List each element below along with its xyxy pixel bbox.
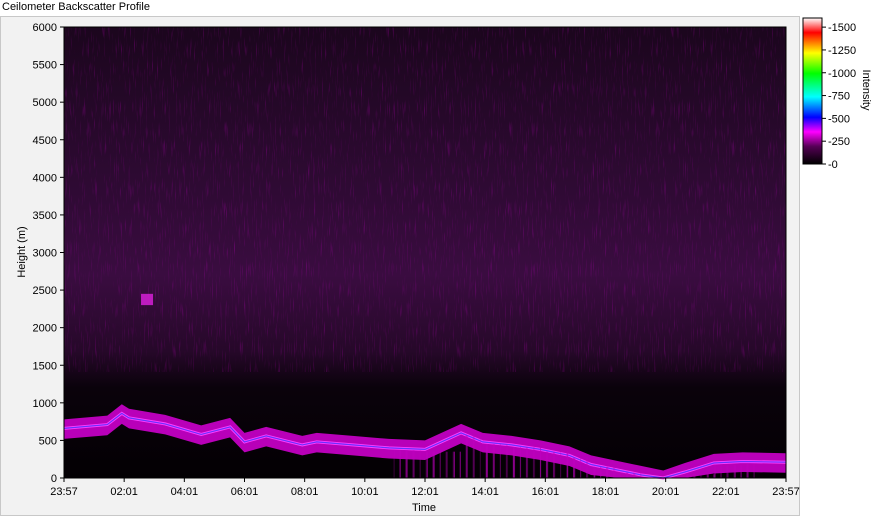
y-tick-label: 1500 [33,360,57,372]
x-tick-label: 04:01 [171,486,199,498]
y-tick-label: 3000 [33,248,57,260]
elevated-feature [141,293,154,306]
y-tick-label: 6000 [33,22,57,34]
ceilometer-chart: 0 500 1000 1500 2000 2500 3000 3500 4000 4500 5000… [16,17,872,514]
heatmap-noise [64,27,786,372]
colorbar-ticks: -0 -250 -500 -750 -1000 -1250 -1500 [822,22,856,171]
x-tick-label: 16:01 [532,486,560,498]
x-tick-label: 08:01 [291,486,319,498]
colorbar-tick-label: -750 [828,91,850,103]
x-tick-label: 23:57 [50,486,78,498]
x-tick-label: 02:01 [110,486,138,498]
y-tick-label: 0 [51,473,57,485]
y-tick-label: 3500 [33,210,57,222]
y-tick-label: 1000 [33,398,57,410]
y-tick-label: 2500 [33,285,57,297]
y-tick-label: 2000 [33,323,57,335]
colorbar-tick-label: -0 [828,159,838,171]
x-tick-label: 18:01 [592,486,620,498]
x-tick-label: 22:01 [712,486,740,498]
colorbar-tick-label: -250 [828,136,850,148]
y-axis: 0 500 1000 1500 2000 2500 3000 3500 4000 4500 5000… [33,22,64,485]
y-tick-label: 5000 [33,97,57,109]
x-axis: 23:57 02:01 04:01 06:01 08:01 10:01 12:01 14:01… [50,478,800,498]
colorbar-label: Intensity [860,70,872,111]
x-tick-label: 10:01 [351,486,379,498]
y-tick-label: 5500 [33,60,57,72]
x-tick-label: 06:01 [231,486,259,498]
x-tick-label: 14:01 [471,486,499,498]
x-axis-label: Time [412,502,436,514]
y-tick-label: 4500 [33,135,57,147]
x-tick-label: 20:01 [652,486,680,498]
colorbar-tick-label: -1500 [828,22,856,34]
x-tick-label: 12:01 [411,486,439,498]
colorbar-tick-label: -1000 [828,68,856,80]
colorbar [802,17,823,165]
y-tick-label: 4000 [33,172,57,184]
y-axis-label: Height (m) [16,226,28,277]
colorbar-tick-label: -1250 [828,45,856,57]
colorbar-tick-label: -500 [828,113,850,125]
x-tick-label: 23:57 [772,486,800,498]
y-tick-label: 500 [39,435,57,447]
